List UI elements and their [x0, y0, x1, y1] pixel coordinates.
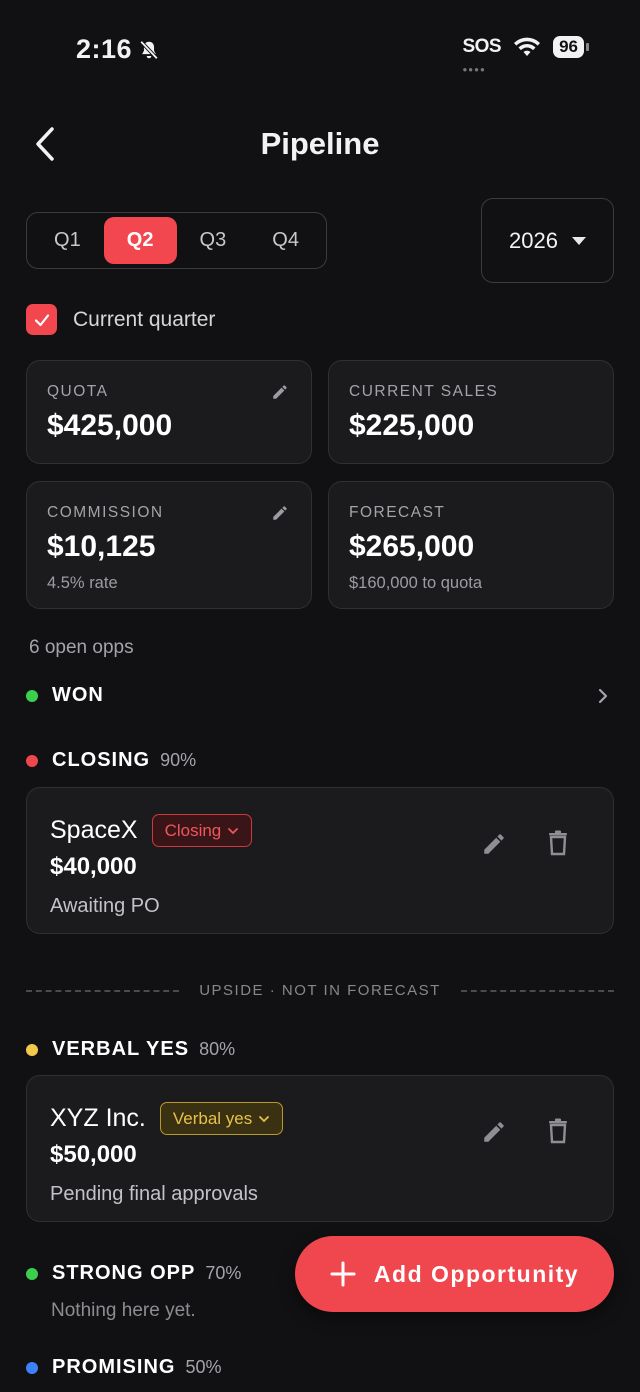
opportunity-name: XYZ Inc. [50, 1104, 146, 1132]
current-sales-value: $225,000 [349, 409, 475, 442]
current-sales-card: CURRENT SALES $225,000 [328, 360, 614, 464]
check-icon [34, 313, 49, 326]
verbal-yes-status-dot [26, 1043, 38, 1056]
chevron-down-icon [259, 1115, 270, 1122]
quarter-selector: Q1 Q2 Q3 Q4 [26, 212, 327, 269]
opportunity-amount: $40,000 [50, 853, 137, 880]
chevron-down-icon [228, 827, 239, 834]
sos-indicator: SOS ●●●● [462, 36, 502, 74]
upside-divider-text: UPSIDE · NOT IN FORECAST [199, 982, 441, 999]
stage-name-verbal-yes: VERBAL YES [52, 1038, 190, 1060]
quota-label: QUOTA [47, 383, 109, 400]
stage-pct-strong-opp: 70% [205, 1263, 242, 1283]
stage-name-strong-opp: STRONG OPP [52, 1262, 196, 1284]
battery-indicator: 96 [553, 36, 589, 58]
current-quarter-toggle[interactable]: Current quarter [26, 304, 215, 335]
stage-header-strong-opp: STRONG OPP 70% [26, 1262, 241, 1285]
current-quarter-label: Current quarter [73, 307, 216, 331]
add-opportunity-label: Add Opportunity [373, 1260, 580, 1287]
promising-status-dot [26, 1361, 38, 1374]
stage-badge-label: Closing [164, 820, 222, 840]
opportunity-card-xyz[interactable]: XYZ Inc. Verbal yes $50,000 Pending fina… [26, 1075, 614, 1222]
stage-name-won: WON [52, 684, 104, 706]
closing-status-dot [26, 754, 38, 767]
commission-value: $10,125 [47, 530, 156, 563]
status-time-text: 2:16 [76, 34, 133, 64]
opportunity-name: SpaceX [50, 816, 138, 844]
chevron-right-icon[interactable] [596, 686, 610, 706]
year-dropdown[interactable]: 2026 [481, 198, 614, 283]
upside-divider: UPSIDE · NOT IN FORECAST [26, 982, 615, 999]
commission-rate: 4.5% rate [47, 574, 118, 592]
forecast-card: FORECAST $265,000 $160,000 to quota [328, 481, 614, 609]
edit-pencil-icon[interactable] [481, 831, 507, 857]
status-time: 2:16 [76, 34, 160, 65]
strong-opp-status-dot [26, 1267, 38, 1280]
forecast-value: $265,000 [349, 530, 475, 563]
current-quarter-checkbox[interactable] [26, 304, 57, 335]
add-opportunity-button[interactable]: Add Opportunity [295, 1236, 614, 1312]
bell-muted-icon [139, 39, 159, 60]
opportunity-note: Pending final approvals [50, 1183, 258, 1205]
quarter-tab-q3[interactable]: Q3 [177, 217, 250, 264]
stage-badge-label: Verbal yes [172, 1108, 253, 1128]
edit-pencil-icon[interactable] [481, 1119, 507, 1145]
stage-pct-closing: 90% [160, 750, 197, 770]
stage-header-won[interactable]: WON [26, 684, 614, 707]
forecast-label: FORECAST [349, 504, 446, 521]
stage-badge-dropdown[interactable]: Closing [151, 814, 253, 847]
stage-header-verbal-yes: VERBAL YES 80% [26, 1038, 235, 1061]
won-status-dot [26, 689, 38, 702]
stage-name-closing: CLOSING [52, 749, 151, 771]
divider-line-right [460, 989, 615, 992]
edit-quota-pencil-icon[interactable] [271, 383, 289, 401]
commission-card: COMMISSION $10,125 4.5% rate [26, 481, 312, 609]
signal-dots-icon: ●●●● [462, 65, 486, 74]
edit-commission-pencil-icon[interactable] [271, 504, 289, 522]
opportunity-note: Awaiting PO [50, 895, 160, 917]
divider-line-left [26, 989, 180, 992]
quota-value: $425,000 [47, 409, 173, 442]
stage-header-promising: PROMISING 50% [26, 1356, 221, 1379]
current-sales-label: CURRENT SALES [349, 383, 499, 400]
quota-card: QUOTA $425,000 [26, 360, 312, 464]
forecast-to-quota: $160,000 to quota [349, 574, 483, 592]
trash-icon[interactable] [547, 830, 569, 856]
opportunity-amount: $50,000 [50, 1141, 137, 1168]
strong-opp-empty-state: Nothing here yet. [51, 1300, 196, 1321]
stage-header-closing: CLOSING 90% [26, 749, 196, 772]
plus-icon [330, 1261, 356, 1287]
open-opps-count: 6 open opps [29, 637, 134, 658]
quarter-tab-q1[interactable]: Q1 [31, 217, 104, 264]
stage-badge-dropdown[interactable]: Verbal yes [159, 1102, 284, 1135]
wifi-icon [514, 37, 541, 56]
page-title: Pipeline [260, 126, 380, 161]
status-indicators: SOS ●●●● 96 [462, 36, 589, 74]
stage-pct-promising: 50% [185, 1357, 222, 1377]
trash-icon[interactable] [547, 1118, 569, 1144]
quarter-tab-q4[interactable]: Q4 [249, 217, 322, 264]
opportunity-card-spacex[interactable]: SpaceX Closing $40,000 Awaiting PO [26, 787, 614, 934]
year-value: 2026 [509, 227, 558, 253]
caret-down-icon [571, 236, 586, 245]
quarter-tab-q2[interactable]: Q2 [103, 217, 177, 264]
stage-pct-verbal-yes: 80% [199, 1039, 236, 1059]
sos-text: SOS [462, 36, 502, 57]
commission-label: COMMISSION [47, 504, 164, 521]
stage-name-promising: PROMISING [52, 1356, 176, 1378]
